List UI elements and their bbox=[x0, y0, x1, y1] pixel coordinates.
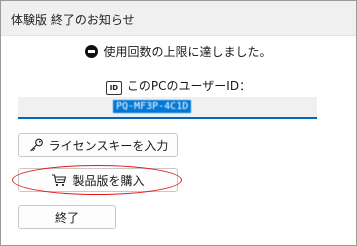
id-icon: ID bbox=[105, 81, 122, 95]
stop-icon bbox=[85, 45, 99, 58]
user-id-label: このPCのユーザーID： bbox=[126, 79, 252, 93]
enter-license-key-label: ライセンスキーを入力 bbox=[48, 138, 169, 153]
trial-ended-dialog: 体験版 終了のお知らせ 使用回数の上限に達しました。 ID このPCのユーザーID… bbox=[0, 0, 357, 246]
title-bar: 体験版 終了のお知らせ bbox=[1, 1, 356, 36]
user-id-label-row: ID このPCのユーザーID： bbox=[1, 77, 356, 95]
key-icon bbox=[28, 138, 44, 152]
buy-full-version-label: 製品版を購入 bbox=[72, 173, 145, 188]
user-id-value[interactable]: PQ-MF3P-4C1D bbox=[113, 100, 192, 113]
buy-full-version-button[interactable]: 製品版を購入 bbox=[18, 168, 178, 192]
limit-message: 使用回数の上限に達しました。 bbox=[1, 43, 356, 60]
cart-icon bbox=[51, 173, 67, 187]
window-title: 体験版 終了のお知らせ bbox=[11, 13, 135, 27]
limit-message-text: 使用回数の上限に達しました。 bbox=[103, 45, 272, 59]
user-id-field[interactable]: PQ-MF3P-4C1D bbox=[18, 97, 317, 119]
exit-button[interactable]: 終了 bbox=[18, 205, 116, 229]
exit-label: 終了 bbox=[54, 210, 79, 225]
enter-license-key-button[interactable]: ライセンスキーを入力 bbox=[18, 133, 178, 157]
